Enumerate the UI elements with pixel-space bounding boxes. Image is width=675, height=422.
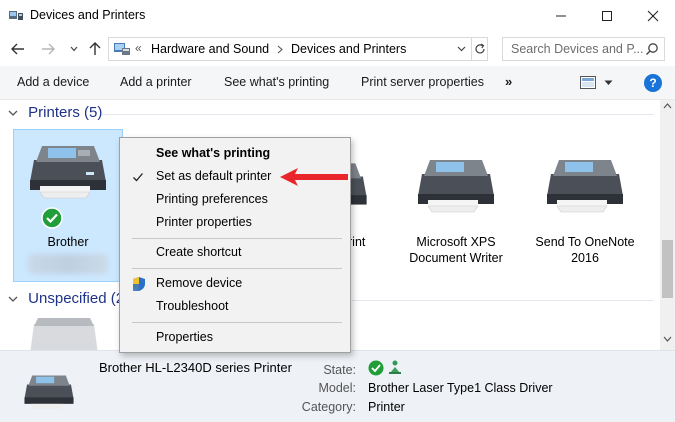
vertical-scrollbar[interactable] [660,100,675,350]
blurred-label-area [28,254,108,274]
control-panel-icon [114,43,130,55]
close-button[interactable] [630,0,675,31]
menu-item-label: Printer properties [156,215,252,229]
printers-group-label: Printers (5) [28,104,103,121]
help-button[interactable]: ? [644,74,662,92]
menu-separator [132,322,342,323]
menu-remove-device[interactable]: Remove device [120,273,350,295]
up-arrow-icon [89,42,101,55]
minimize-icon [556,15,566,16]
back-button[interactable] [8,39,28,59]
category-value: Printer [368,400,405,414]
menu-see-whats-printing[interactable]: See what's printing [120,143,350,165]
command-bar: Add a device Add a printer See what's pr… [0,66,675,100]
printer-icon [547,160,623,213]
printer-icon [30,146,106,199]
uac-shield-icon [133,277,145,291]
device-microsoft-xps-writer[interactable]: Microsoft XPS Document Writer [401,148,511,268]
default-printer-check-icon [41,207,63,229]
window-title: Devices and Printers [30,8,146,22]
scroll-down-icon[interactable] [663,336,672,342]
refresh-icon [475,43,485,54]
close-icon [647,10,659,21]
menu-item-label: Create shortcut [156,245,242,259]
menu-item-label: Set as default printer [156,169,272,183]
recent-locations-button[interactable] [64,39,84,59]
state-label: State: [323,363,356,377]
minimize-button[interactable] [538,0,584,31]
group-divider [102,114,654,115]
menu-troubleshoot[interactable]: Troubleshoot [120,296,350,318]
menu-printing-preferences[interactable]: Printing preferences [120,189,350,211]
address-row: « Hardware and Sound Devices and Printer… [0,31,675,66]
menu-item-label: Remove device [156,276,243,290]
state-ok-icon [368,360,384,376]
menu-item-label: Troubleshoot [156,299,229,313]
device-send-to-onenote[interactable]: Send To OneNote 2016 [530,148,640,268]
see-whats-printing-button[interactable]: See what's printing [224,75,329,89]
back-arrow-icon [11,43,24,55]
device-brother-printer[interactable]: Brother [13,129,123,282]
change-view-icon[interactable] [580,76,596,89]
collapse-chevron-icon [8,296,18,302]
details-printer-icon [24,375,74,410]
print-server-properties-button[interactable]: Print server properties [361,75,484,89]
unspecified-device-icon [30,318,98,350]
group-divider [352,300,654,301]
menu-item-label: See what's printing [156,146,271,160]
menu-item-label: Properties [156,330,213,344]
device-label: Microsoft XPS Document Writer [409,235,503,265]
devices-printers-app-icon [9,11,23,20]
address-dropdown-button[interactable] [453,40,469,58]
device-label: Send To OneNote 2016 [535,235,635,265]
title-bar: Devices and Printers [0,0,675,31]
menu-printer-properties[interactable]: Printer properties [120,212,350,234]
add-printer-button[interactable]: Add a printer [120,75,192,89]
menu-properties[interactable]: Properties [120,327,350,349]
model-value: Brother Laser Type1 Class Driver [368,381,553,395]
device-label: Brother [47,235,89,249]
checkmark-icon [133,173,143,182]
breadcrumb-hardware-and-sound[interactable]: Hardware and Sound [151,42,269,56]
printers-group-header[interactable]: Printers (5) [6,104,102,121]
forward-arrow-icon [42,43,55,55]
forward-button[interactable] [38,39,58,59]
search-icon [646,43,658,55]
up-button[interactable] [85,39,105,59]
menu-separator [132,268,342,269]
scrollbar-thumb[interactable] [662,240,673,298]
red-pointer-arrow-icon [280,168,348,186]
maximize-icon [602,10,612,21]
menu-separator [132,238,342,239]
breadcrumb-separator-icon [277,45,283,54]
menu-item-label: Printing preferences [156,192,268,206]
model-label: Model: [318,381,356,395]
shared-network-icon [389,360,401,374]
view-options-dropdown-icon[interactable] [604,80,613,86]
chevron-down-icon [70,46,78,52]
add-device-button[interactable]: Add a device [17,75,89,89]
search-input[interactable]: Search Devices and P... [511,42,643,56]
maximize-button[interactable] [584,0,630,31]
menu-create-shortcut[interactable]: Create shortcut [120,242,350,264]
category-label: Category: [301,400,356,414]
details-pane: Brother HL-L2340D series Printer State: … [0,350,675,422]
breadcrumb-overflow[interactable]: « [135,41,142,55]
unspecified-group-label: Unspecified (2 [28,290,125,307]
refresh-button[interactable] [471,38,488,60]
printer-icon [418,160,494,213]
collapse-chevron-icon [8,110,18,116]
scroll-up-icon[interactable] [663,103,672,109]
more-commands-button[interactable]: » [505,74,512,89]
breadcrumb-devices-and-printers[interactable]: Devices and Printers [291,42,406,56]
unspecified-group-header[interactable]: Unspecified (2 [6,290,124,307]
search-box[interactable]: Search Devices and P... [502,37,665,61]
device-label: rint [348,235,366,249]
chevron-down-icon [457,46,465,52]
address-bar[interactable]: « Hardware and Sound Devices and Printer… [108,37,488,61]
